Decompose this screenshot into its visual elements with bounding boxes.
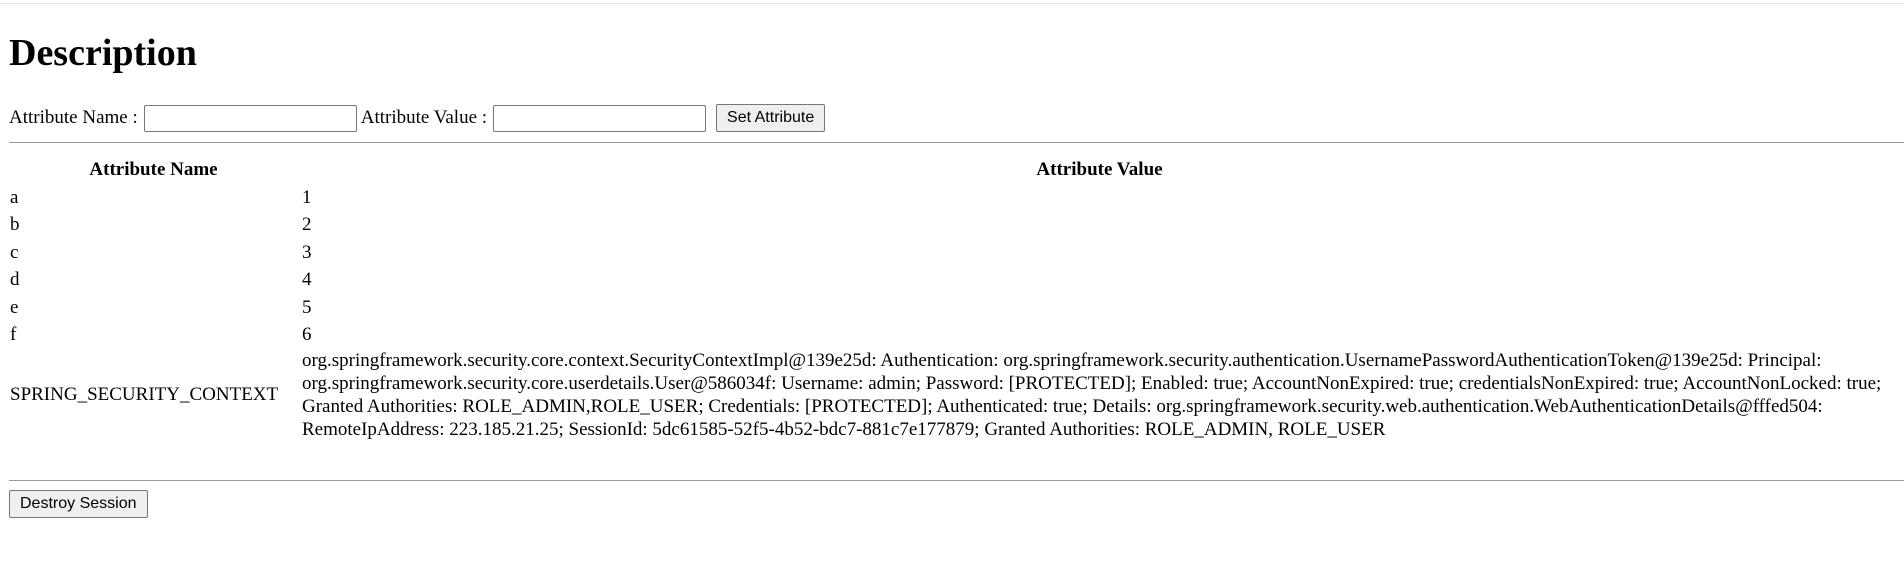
- attribute-value-label: Attribute Value :: [360, 107, 488, 128]
- page-title: Description: [9, 32, 197, 74]
- table-row: c 3: [9, 239, 1898, 267]
- divider-top: [9, 142, 1904, 143]
- attribute-value-input[interactable]: [493, 104, 707, 132]
- table-row: f 6: [9, 321, 1898, 349]
- table-row: SPRING_SECURITY_CONTEXT org.springframew…: [9, 349, 1898, 441]
- attribute-value-cell: 6: [302, 324, 312, 346]
- attribute-value-cell: 4: [302, 269, 312, 291]
- attributes-table: Attribute Name Attribute Value a 1 b 2 c…: [6, 156, 1901, 441]
- table-row: b 2: [9, 211, 1898, 239]
- attribute-name-cell: d: [10, 269, 20, 291]
- divider-bottom: [9, 480, 1904, 481]
- top-divider: [0, 3, 1904, 4]
- table-row: e 5: [9, 294, 1898, 322]
- destroy-session-button[interactable]: Destroy Session: [9, 490, 148, 518]
- attribute-value-cell: org.springframework.security.core.contex…: [302, 349, 1882, 440]
- set-attribute-button[interactable]: Set Attribute: [716, 104, 826, 132]
- session-actions: Destroy Session: [9, 490, 148, 518]
- attribute-name-cell: e: [10, 296, 19, 318]
- header-attribute-value: Attribute Value: [1036, 159, 1163, 180]
- header-attribute-name: Attribute Name: [89, 159, 218, 180]
- attribute-name-input[interactable]: [143, 104, 357, 132]
- table-row: a 1: [9, 184, 1898, 212]
- attribute-value-cell: 1: [302, 186, 312, 208]
- table-header-row: Attribute Name Attribute Value: [9, 156, 1898, 184]
- attribute-name-label: Attribute Name :: [9, 107, 138, 128]
- attribute-value-cell: 5: [302, 296, 312, 318]
- attribute-name-cell: a: [10, 186, 19, 208]
- set-attribute-form: Attribute Name : Attribute Value : Set A…: [9, 104, 826, 132]
- table-row: d 4: [9, 266, 1898, 294]
- attribute-name-cell: f: [10, 324, 17, 346]
- attribute-name-cell: b: [10, 214, 20, 236]
- attribute-value-cell: 2: [302, 214, 312, 236]
- attribute-value-cell: 3: [302, 241, 312, 263]
- attribute-name-cell: SPRING_SECURITY_CONTEXT: [10, 384, 279, 405]
- attribute-name-cell: c: [10, 241, 19, 263]
